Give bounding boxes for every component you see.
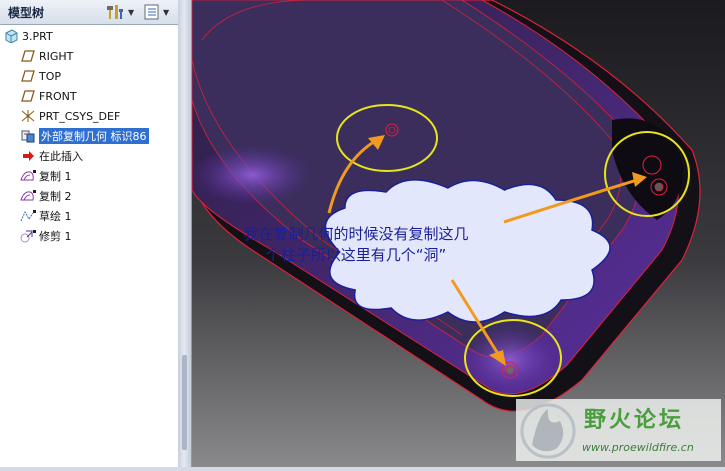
tree-item-label: PRT_CSYS_DEF [39, 109, 121, 123]
model-tree-header: 模型树 ▼ ▼ [0, 0, 178, 25]
model-tree-title: 模型树 [8, 6, 45, 20]
tree-item-csys[interactable]: PRT_CSYS_DEF [0, 106, 178, 126]
part-icon [3, 28, 19, 44]
show-settings-button[interactable]: ▼ [143, 3, 169, 21]
tree-item-insert-here[interactable]: 在此插入 [0, 146, 178, 166]
forum-logo-icon [520, 403, 576, 459]
tree-item-part[interactable]: 3.PRT [0, 26, 178, 46]
tree-item-label: 3.PRT [22, 29, 53, 43]
datum-plane-icon [20, 88, 36, 104]
trim-icon [20, 228, 36, 244]
model-tree-panel: 模型树 ▼ ▼ 3.PRT RIGHT TOP FRONT PRT_CSYS_D… [0, 0, 179, 467]
splitter-grip[interactable] [182, 355, 187, 450]
tree-item-label: TOP [39, 69, 62, 83]
tree-item-trim-1[interactable]: 修剪 1 [0, 226, 178, 246]
tree-item-label: 在此插入 [39, 150, 83, 163]
sketch-icon [20, 208, 36, 224]
watermark-name: 野火论坛 [584, 408, 685, 433]
tree-item-top[interactable]: TOP [0, 66, 178, 86]
chevron-down-icon: ▼ [128, 7, 135, 17]
panel-splitter[interactable] [178, 0, 192, 467]
tree-item-label: 复制 1 [39, 170, 72, 183]
external-copy-geometry-icon [20, 128, 36, 144]
tree-item-label: FRONT [39, 89, 77, 103]
tree-item-label: 外部复制几何 标识86 [39, 128, 149, 144]
datum-plane-icon [20, 68, 36, 84]
callout-line-1: 我在复制几何的时候没有复制这几 [243, 225, 469, 243]
tree-item-label: RIGHT [39, 49, 74, 63]
tree-item-copy-2[interactable]: 复制 2 [0, 186, 178, 206]
forum-watermark: 野火论坛 www.proewildfire.cn [516, 399, 721, 461]
model-tree-list: 3.PRT RIGHT TOP FRONT PRT_CSYS_DEF 外部复制几… [0, 26, 178, 246]
datum-plane-icon [20, 48, 36, 64]
tree-item-front[interactable]: FRONT [0, 86, 178, 106]
copy-surface-icon [20, 168, 36, 184]
tree-item-external-copy-geometry[interactable]: 外部复制几何 标识86 [0, 126, 178, 146]
copy-surface-icon [20, 188, 36, 204]
list-settings-icon [144, 4, 159, 20]
tree-tools-icon [107, 5, 123, 19]
tree-item-sketch-1[interactable]: 草绘 1 [0, 206, 178, 226]
callout-line-2: 个柱子所以这里有几个“洞” [265, 246, 447, 264]
tree-item-copy-1[interactable]: 复制 1 [0, 166, 178, 186]
coordinate-system-icon [20, 108, 36, 124]
callout-text: 我在复制几何的时候没有复制这几 个柱子所以这里有几个“洞” [196, 224, 516, 266]
tree-item-label: 复制 2 [39, 190, 72, 203]
tree-tools-button[interactable]: ▼ [104, 3, 134, 21]
tree-item-right[interactable]: RIGHT [0, 46, 178, 66]
chevron-down-icon: ▼ [163, 7, 170, 17]
insert-here-arrow-icon [20, 148, 36, 164]
watermark-url: www.proewildfire.cn [582, 441, 694, 454]
tree-item-label: 草绘 1 [39, 210, 72, 223]
tree-item-label: 修剪 1 [39, 230, 72, 243]
